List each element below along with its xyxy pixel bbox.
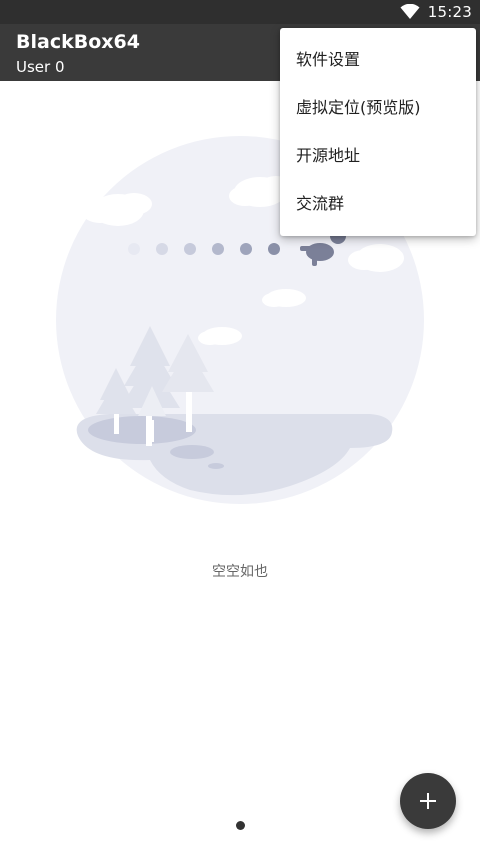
- pond-dark: [170, 445, 214, 459]
- app-title: BlackBox64: [16, 31, 140, 53]
- menu-item-source-code[interactable]: 开源地址: [280, 132, 476, 180]
- menu-item-virtual-location[interactable]: 虚拟定位(预览版): [280, 84, 476, 132]
- menu-item-community-group[interactable]: 交流群: [280, 180, 476, 228]
- wifi-icon: [400, 4, 420, 19]
- menu-item-settings[interactable]: 软件设置: [280, 36, 476, 84]
- page-indicator-dot: [236, 821, 245, 830]
- app-screen: 15:23 BlackBox64 User 0 空空如也 软件设置 虚拟定位(预…: [0, 0, 480, 853]
- empty-state-text: 空空如也: [212, 564, 268, 580]
- add-app-fab[interactable]: [400, 773, 456, 829]
- pond: [88, 416, 196, 444]
- status-time: 15:23: [427, 3, 472, 21]
- overflow-menu: 软件设置 虚拟定位(预览版) 开源地址 交流群: [280, 28, 476, 236]
- status-icons: 15:23: [400, 2, 472, 22]
- plus-icon: [420, 793, 436, 809]
- status-bar: 15:23: [0, 0, 480, 24]
- user-subtitle: User 0: [16, 58, 65, 76]
